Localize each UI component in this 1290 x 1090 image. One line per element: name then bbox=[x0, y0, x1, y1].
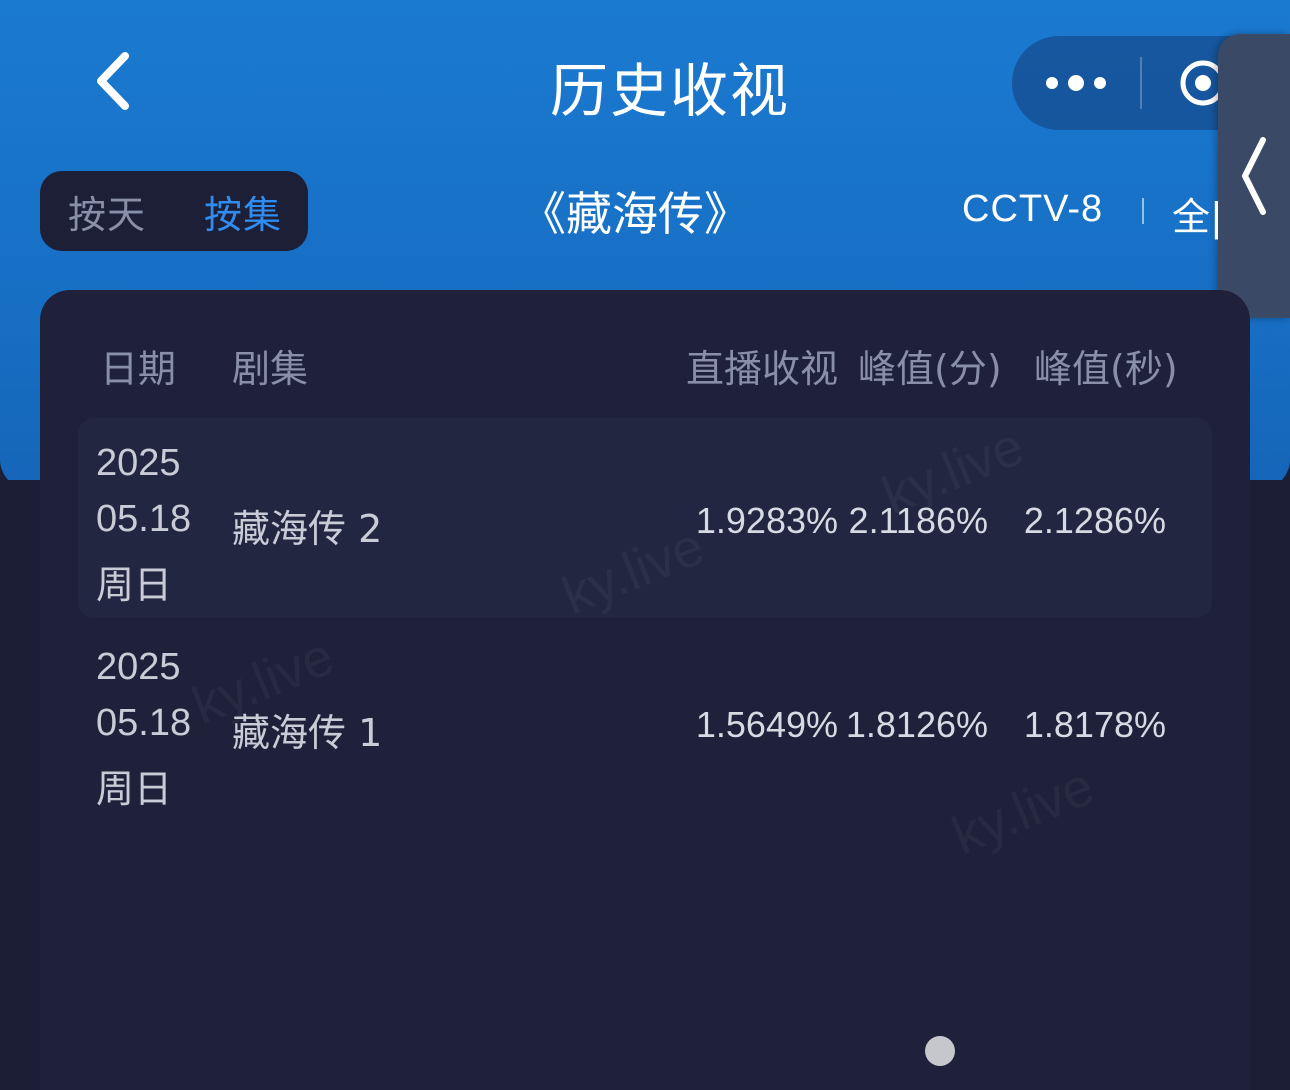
row-episode: 藏海传 2 bbox=[232, 507, 383, 551]
row-weekday: 周日 bbox=[96, 563, 173, 607]
row-year: 2025 bbox=[96, 646, 181, 688]
row-year: 2025 bbox=[96, 442, 181, 484]
weibo-logo-icon bbox=[925, 1036, 955, 1066]
header-peak-second: 峰值(秒) bbox=[1034, 347, 1178, 391]
header-live-rating: 直播收视 bbox=[686, 347, 839, 391]
back-button[interactable] bbox=[78, 46, 148, 116]
view-mode-toggle: 按天 按集 bbox=[40, 171, 308, 251]
row-peak-second: 1.8178% bbox=[1023, 704, 1166, 745]
page-title: 历史收视 bbox=[549, 57, 790, 125]
scope-selector[interactable]: 全| bbox=[1172, 186, 1218, 241]
row-peak-minute: 2.1186% bbox=[848, 500, 988, 541]
toggle-by-day[interactable]: 按天 bbox=[68, 184, 146, 239]
row-date: 05.18 bbox=[96, 498, 192, 540]
show-title: 《藏海传》 bbox=[520, 187, 750, 241]
channel-label[interactable]: CCTV-8 bbox=[962, 188, 1103, 231]
more-dots-icon bbox=[1046, 75, 1106, 91]
row-date: 05.18 bbox=[96, 702, 192, 744]
toggle-by-episode[interactable]: 按集 bbox=[204, 184, 282, 239]
more-button[interactable] bbox=[1012, 36, 1140, 130]
channel-divider bbox=[1142, 198, 1144, 224]
row-peak-minute: 1.8126% bbox=[845, 704, 988, 745]
row-episode: 藏海传 1 bbox=[232, 711, 383, 755]
side-drawer-tab[interactable] bbox=[1218, 34, 1290, 318]
header-episode: 剧集 bbox=[232, 347, 309, 391]
header-date: 日期 bbox=[100, 347, 177, 391]
chevron-left-icon bbox=[1242, 137, 1266, 215]
row-peak-second: 2.1286% bbox=[1023, 500, 1166, 541]
chevron-left-icon bbox=[97, 52, 129, 110]
row-weekday: 周日 bbox=[96, 767, 173, 811]
header-peak-minute: 峰值(分) bbox=[858, 347, 1002, 391]
row-live-rating: 1.9283% bbox=[695, 500, 838, 541]
row-live-rating: 1.5649% bbox=[695, 704, 838, 745]
